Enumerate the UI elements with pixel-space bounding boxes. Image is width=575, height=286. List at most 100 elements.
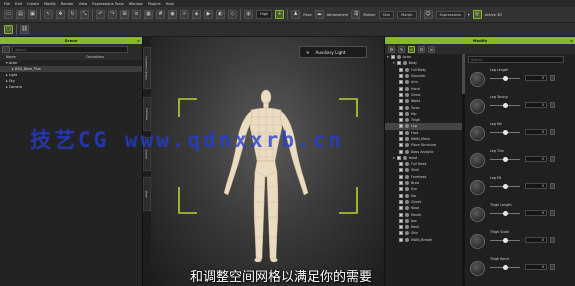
scene-toggle-icon[interactable]: ▢ <box>4 25 13 34</box>
eye-icon[interactable] <box>405 86 409 91</box>
menu-item-file[interactable]: File <box>4 2 10 6</box>
eye-icon[interactable] <box>405 181 409 186</box>
eye-icon[interactable] <box>405 193 409 198</box>
spinner-arrows-icon[interactable] <box>550 75 555 81</box>
spinner-arrows-icon[interactable] <box>550 129 555 135</box>
add-icon[interactable]: + <box>275 10 285 19</box>
motion-icon[interactable]: ⇶ <box>351 10 361 19</box>
slider-thumb[interactable] <box>502 157 508 162</box>
morph-tree-item[interactable]: MAIN_Breath <box>385 237 463 243</box>
visibility-checkbox[interactable] <box>399 181 403 186</box>
visibility-checkbox[interactable] <box>399 218 403 223</box>
slider-thumb[interactable] <box>502 265 508 270</box>
eye-icon[interactable] <box>405 212 409 217</box>
eye-icon[interactable] <box>405 199 409 204</box>
auxiliary-light-badge[interactable]: ✳ Auxiliary Light <box>299 46 367 58</box>
column-header-controllers[interactable]: Controllers <box>86 55 104 60</box>
menu-item-help[interactable]: Help <box>166 2 174 6</box>
slider-thumb[interactable] <box>502 238 508 243</box>
atmosphere-icon[interactable]: ☁ <box>314 10 324 19</box>
expressions-icon[interactable]: ☺ <box>423 10 433 19</box>
edit-icon[interactable]: ✎ <box>398 45 405 53</box>
slider-value-field[interactable]: 0 <box>525 210 547 216</box>
menu-item-edit[interactable]: Edit <box>15 2 22 6</box>
morph-dial-icon[interactable] <box>470 99 485 114</box>
spinner-arrows-icon[interactable] <box>550 264 555 270</box>
visibility-checkbox[interactable] <box>399 168 403 173</box>
grid-icon[interactable]: # <box>156 10 165 19</box>
eye-icon[interactable] <box>405 237 409 242</box>
new-file-icon[interactable]: ▭ <box>4 10 13 19</box>
visibility-checkbox[interactable] <box>399 92 403 97</box>
eye-icon[interactable] <box>402 155 407 160</box>
slider-thumb[interactable] <box>502 211 508 216</box>
expand-arrow-icon[interactable]: ▾ <box>387 55 389 59</box>
visibility-checkbox[interactable] <box>399 67 403 72</box>
scene-search-input[interactable] <box>12 46 128 53</box>
align-icon[interactable]: ≡ <box>132 10 141 19</box>
link-icon[interactable]: ⛓ <box>20 25 29 34</box>
eye-icon[interactable] <box>405 225 409 230</box>
menu-item-create[interactable]: Create <box>27 2 39 6</box>
atmosphere-button[interactable]: Atmosphere <box>327 13 349 17</box>
eye-icon[interactable] <box>405 74 409 79</box>
eye-icon[interactable] <box>402 61 407 66</box>
slider-value-field[interactable]: 0 <box>525 102 547 108</box>
filter-icon[interactable] <box>2 46 10 53</box>
spinner-arrows-icon[interactable] <box>550 237 555 243</box>
gear-icon[interactable]: ⚙ <box>388 45 395 53</box>
undo-icon[interactable]: ↶ <box>96 10 105 19</box>
close-icon[interactable]: × <box>137 37 140 44</box>
open-file-icon[interactable]: ▤ <box>16 10 25 19</box>
light-icon[interactable]: ☼ <box>180 10 189 19</box>
side-tab-view[interactable]: View <box>143 177 151 211</box>
skin-button[interactable]: Skin <box>378 10 395 19</box>
scene-tree-item[interactable]: ▸ Camera <box>0 84 142 90</box>
eye-icon[interactable] <box>405 105 409 110</box>
spinner-arrows-icon[interactable] <box>550 156 555 162</box>
snap-icon[interactable]: ⊞ <box>120 10 129 19</box>
visibility-checkbox[interactable] <box>399 162 403 167</box>
motion-button[interactable]: Motion <box>363 13 375 17</box>
eye-icon[interactable] <box>405 99 409 104</box>
camera-icon[interactable]: ◉ <box>168 10 177 19</box>
visibility-checkbox[interactable] <box>390 55 395 60</box>
morph-dial-icon[interactable] <box>470 180 485 195</box>
visibility-checkbox[interactable] <box>399 237 403 242</box>
column-header-name[interactable]: Name <box>6 55 86 60</box>
morph-dial-icon[interactable] <box>470 234 485 249</box>
eye-icon[interactable] <box>405 111 409 116</box>
layout-icon[interactable]: ▦ <box>144 10 153 19</box>
menu-item-expressions-tools[interactable]: Expressions Tools <box>92 2 123 6</box>
select-icon[interactable]: ↖ <box>44 10 53 19</box>
preview-icon[interactable]: ▶ <box>204 10 213 19</box>
expressions-dropdown[interactable]: Expressions <box>435 10 465 19</box>
eye-icon[interactable] <box>405 118 409 123</box>
shading-icon[interactable]: ◐ <box>216 10 225 19</box>
visibility-checkbox[interactable] <box>399 193 403 198</box>
slider-search-input[interactable] <box>468 56 564 63</box>
pose-button[interactable]: Pose <box>303 13 311 17</box>
visibility-checkbox[interactable] <box>396 155 401 160</box>
wireframe-icon[interactable]: ◇ <box>228 10 237 19</box>
visibility-checkbox[interactable] <box>399 80 403 85</box>
slider-value-field[interactable]: 0 <box>525 237 547 243</box>
visibility-checkbox[interactable] <box>399 74 403 79</box>
rotate-icon[interactable]: ↻ <box>68 10 77 19</box>
side-tab-content-library[interactable]: Content Library <box>143 47 151 89</box>
slider-value-field[interactable]: 0 <box>525 75 547 81</box>
visibility-checkbox[interactable] <box>399 206 403 211</box>
morph-dial-icon[interactable] <box>470 261 485 276</box>
expressions-dropdown-arrow[interactable]: ▾ <box>468 13 470 17</box>
menu-item-window[interactable]: Window <box>129 2 143 6</box>
visibility-checkbox[interactable] <box>399 86 403 91</box>
pose-icon[interactable]: ♟ <box>291 10 301 19</box>
visibility-checkbox[interactable] <box>399 99 403 104</box>
slider-thumb[interactable] <box>502 76 508 81</box>
visibility-checkbox[interactable] <box>399 105 403 110</box>
eye-icon[interactable] <box>405 174 409 179</box>
render-icon[interactable]: ◈ <box>192 10 201 19</box>
eye-icon[interactable] <box>405 206 409 211</box>
menu-item-view[interactable]: View <box>79 2 88 6</box>
eye-icon[interactable] <box>405 92 409 97</box>
